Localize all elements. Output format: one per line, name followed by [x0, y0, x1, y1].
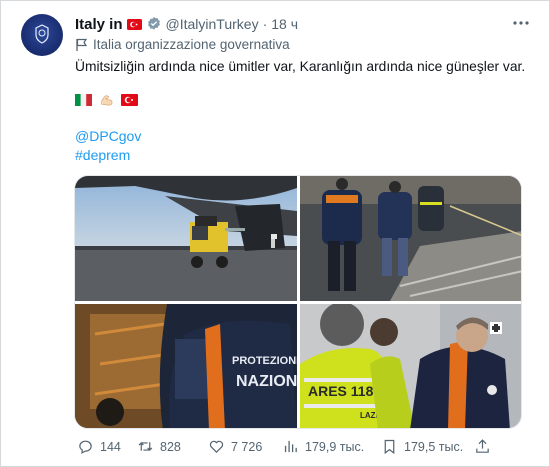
verified-icon	[147, 17, 160, 30]
views-count: 179,9 тыс.	[305, 439, 365, 454]
vest-text-2: NAZION	[236, 373, 297, 390]
action-bar: 144 828 7 726 179,9 тыс. 179,5 тыс.	[77, 438, 507, 458]
bookmark-count: 179,5 тыс.	[404, 439, 464, 454]
like-count: 7 726	[231, 439, 263, 454]
author-name[interactable]: Italy in	[75, 16, 123, 33]
photo-loading-cargo[interactable]	[300, 176, 521, 301]
hashtag-link[interactable]: #deprem	[75, 147, 130, 163]
bookmark-button[interactable]: 179,5 тыс.	[381, 438, 463, 455]
share-button[interactable]	[474, 438, 491, 455]
bookmark-icon	[384, 439, 395, 455]
vest-text-1: PROTEZIONE	[232, 355, 297, 367]
reply-count: 144	[100, 439, 121, 454]
affiliation-label: Italia organizzazione governativa	[75, 37, 290, 52]
italy-flag-icon	[75, 94, 92, 106]
views-icon	[284, 440, 297, 453]
tweet-header: Italy in @ItalyinTurkey · 18 ч	[75, 14, 298, 34]
retweet-count: 828	[160, 439, 181, 454]
flexed-biceps-icon	[101, 95, 113, 106]
like-icon	[209, 440, 224, 454]
tweet-card[interactable]: Italy in @ItalyinTurkey · 18 ч Italia or…	[0, 0, 550, 467]
author-handle[interactable]: @ItalyinTurkey	[166, 16, 259, 32]
photo-ares-team[interactable]: ARES 118 LAZIO	[300, 304, 521, 428]
photo-protezione-civile[interactable]: PROTEZIONE NAZION	[75, 304, 297, 428]
more-icon[interactable]	[511, 13, 531, 33]
avatar[interactable]	[21, 14, 63, 56]
vest-text-3: ARES 118	[308, 383, 374, 399]
emblem-icon	[35, 24, 49, 44]
separator-dot: ·	[262, 16, 268, 32]
retweet-button[interactable]: 828	[137, 438, 181, 455]
affiliation-flag-icon	[76, 38, 88, 51]
like-button[interactable]: 7 726	[208, 438, 262, 455]
emoji-row	[75, 94, 138, 106]
views-button[interactable]: 179,9 тыс.	[282, 438, 364, 455]
turkey-flag-icon	[126, 18, 142, 30]
media-grid: PROTEZIONE NAZION ARES 118 LAZIO	[74, 175, 522, 429]
reply-icon	[79, 440, 92, 454]
share-icon	[476, 439, 489, 453]
photo-cargo-plane[interactable]	[75, 176, 297, 301]
retweet-icon	[138, 442, 153, 451]
mention-link[interactable]: @DPCgov	[75, 128, 141, 144]
affiliation-text: Italia organizzazione governativa	[93, 37, 290, 52]
reply-button[interactable]: 144	[77, 438, 121, 455]
tweet-text: Ümitsizliğin ardında nice ümitler var, K…	[75, 59, 526, 74]
turkey-flag-emoji-icon	[121, 94, 138, 106]
timestamp[interactable]: 18 ч	[271, 16, 298, 32]
